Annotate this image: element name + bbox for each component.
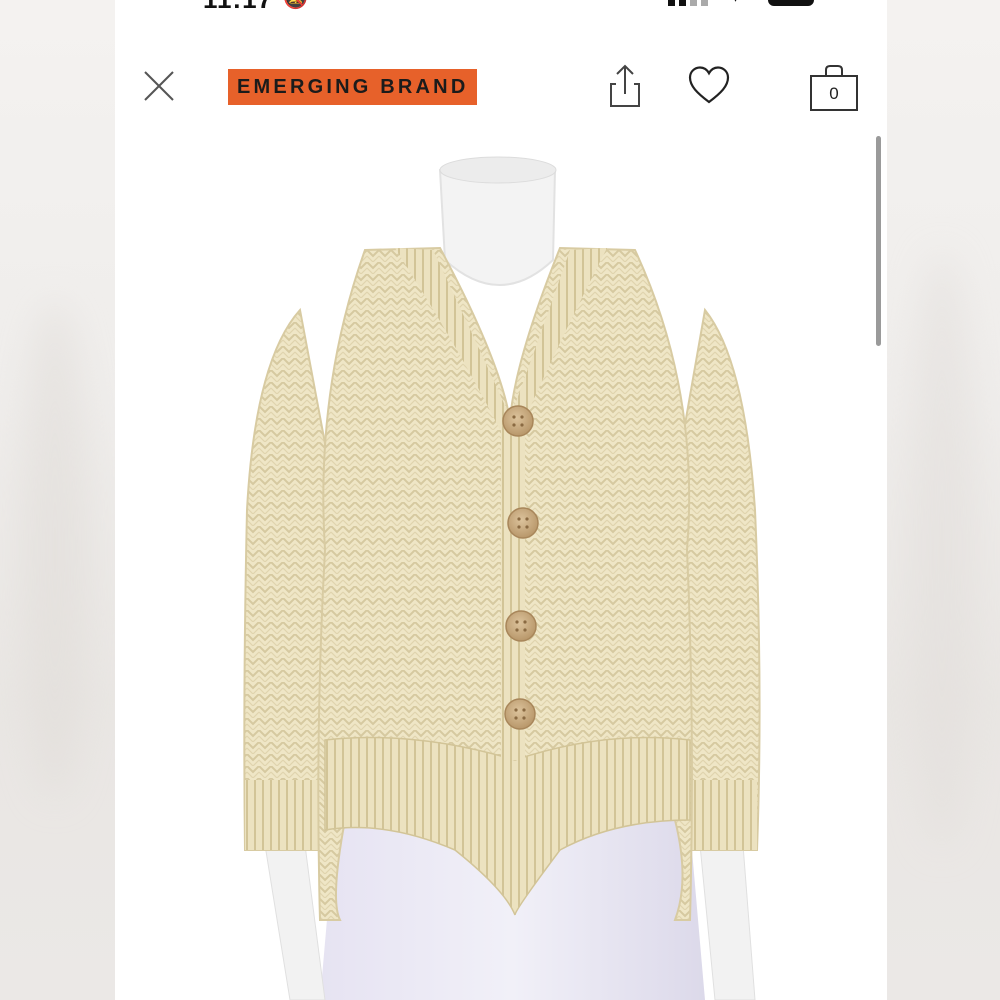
blurred-backdrop-right — [887, 0, 1000, 1000]
wifi-icon: ▾ — [731, 0, 740, 7]
close-icon — [144, 71, 174, 101]
favorite-button[interactable] — [687, 64, 731, 108]
product-header: EMERGING BRAND 0 — [115, 58, 887, 118]
product-image[interactable] — [115, 130, 887, 1000]
emerging-brand-badge[interactable]: EMERGING BRAND — [228, 69, 478, 105]
status-bar: 11:17 🔕 ▾ 30 — [115, 0, 887, 15]
status-time: 11:17 — [203, 0, 273, 15]
battery-level: 30 — [768, 0, 814, 6]
blurred-backdrop-left — [0, 0, 115, 1000]
heart-icon — [688, 66, 730, 104]
phone-screen: 11:17 🔕 ▾ 30 EMERGING BRAND — [115, 0, 887, 1000]
share-button[interactable] — [603, 64, 647, 108]
shopping-bag-button[interactable]: 0 — [808, 64, 860, 111]
mannequin-arm-right — [699, 844, 756, 1000]
mannequin-arm-left — [264, 844, 326, 1000]
close-button[interactable] — [141, 68, 177, 104]
mute-bell-icon: 🔕 — [283, 0, 308, 11]
share-icon — [610, 64, 640, 107]
signal-icon — [668, 0, 708, 6]
bag-count: 0 — [829, 84, 839, 103]
